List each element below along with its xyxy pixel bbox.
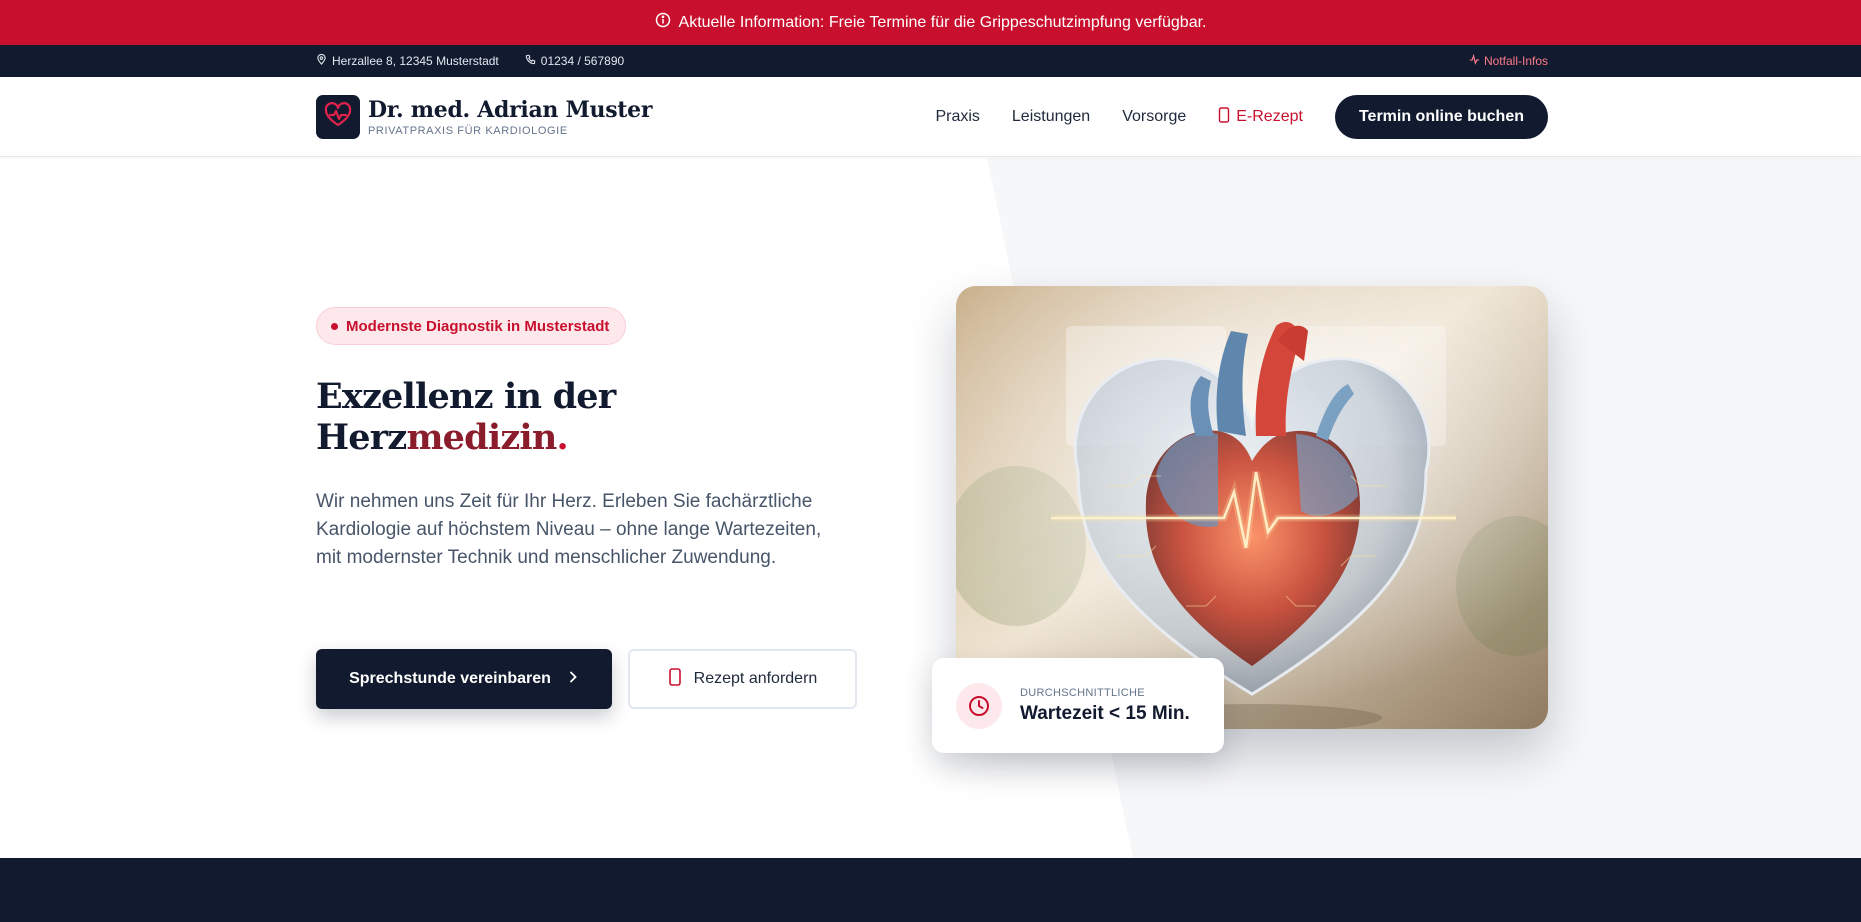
badge-dot [331,322,338,330]
badge-text: Modernste Diagnostik in Musterstadt [346,317,610,335]
phone-link[interactable]: 01234 / 567890 [525,54,624,68]
emergency-link-label: Notfall-Infos [1483,54,1548,68]
address-text: Herzallee 8, 12345 Musterstadt [332,54,499,68]
activity-icon [1469,53,1480,68]
info-circle-icon [655,12,671,33]
main-nav: Praxis Leistungen Vorsorge E-Rezept [935,106,1303,128]
headline-accent: medizin [406,417,557,458]
request-prescription-label: Rezept anfordern [693,670,818,687]
nav-item-praxis[interactable]: Praxis [935,108,979,126]
next-section-band [0,858,1861,922]
book-appointment-button[interactable]: Termin online buchen [1334,95,1548,139]
wait-time-value: Wartezeit < 15 Min. [1020,702,1190,724]
announcement-bar: Aktuelle Information: Freie Termine für … [0,0,1861,45]
diagnostics-badge: Modernste Diagnostik in Musterstadt [316,307,627,345]
smartphone-icon [1218,106,1230,128]
brand-subtitle: PRIVATPRAXIS FÜR KARDIOLOGIE [368,125,568,137]
emergency-info-link[interactable]: Notfall-Infos [1469,53,1548,68]
schedule-consultation-button[interactable]: Sprechstunde vereinbaren [316,649,612,709]
wait-time-label: DURCHSCHNITTLICHE [1020,686,1145,699]
site-header: Dr. med. Adrian Muster PRIVATPRAXIS FÜR … [0,77,1861,157]
erezept-label: E-Rezept [1236,108,1303,125]
phone-icon [525,54,536,68]
announcement-text: Aktuelle Information: Freie Termine für … [678,13,1207,31]
heart-pulse-icon [323,100,353,135]
map-pin-icon [316,53,327,68]
schedule-consultation-label: Sprechstunde vereinbaren [349,670,551,687]
top-info-bar: Herzallee 8, 12345 Musterstadt 01234 / 5… [0,45,1861,77]
nav-item-leistungen[interactable]: Leistungen [1012,108,1090,126]
hero-section: Modernste Diagnostik in Musterstadt Exze… [0,158,1861,858]
clock-icon [956,682,1002,729]
phone-text: 01234 / 567890 [540,54,625,68]
headline-line-2-start: Herz [316,417,407,458]
chevron-right-icon [567,670,579,688]
brand[interactable]: Dr. med. Adrian Muster PRIVATPRAXIS FÜR … [368,97,652,137]
hero-headline: Exzellenz in der Herzmedizin. [316,376,616,458]
nav-item-vorsorge[interactable]: Vorsorge [1122,108,1186,126]
headline-line-1: Exzellenz in der [316,376,616,417]
nav-item-erezept[interactable]: E-Rezept [1218,106,1303,128]
request-prescription-button[interactable]: Rezept anfordern [628,649,857,709]
hero-background-shape [987,158,1861,858]
headline-dot: . [556,417,569,458]
hero-lead-text: Wir nehmen uns Zeit für Ihr Herz. Erlebe… [316,491,822,568]
brand-name: Dr. med. Adrian Muster [368,97,653,123]
smartphone-icon [668,667,682,691]
logo-mark[interactable] [316,95,360,139]
wait-time-card: DURCHSCHNITTLICHE Wartezeit < 15 Min. [932,658,1224,753]
address-item: Herzallee 8, 12345 Musterstadt [316,53,499,68]
